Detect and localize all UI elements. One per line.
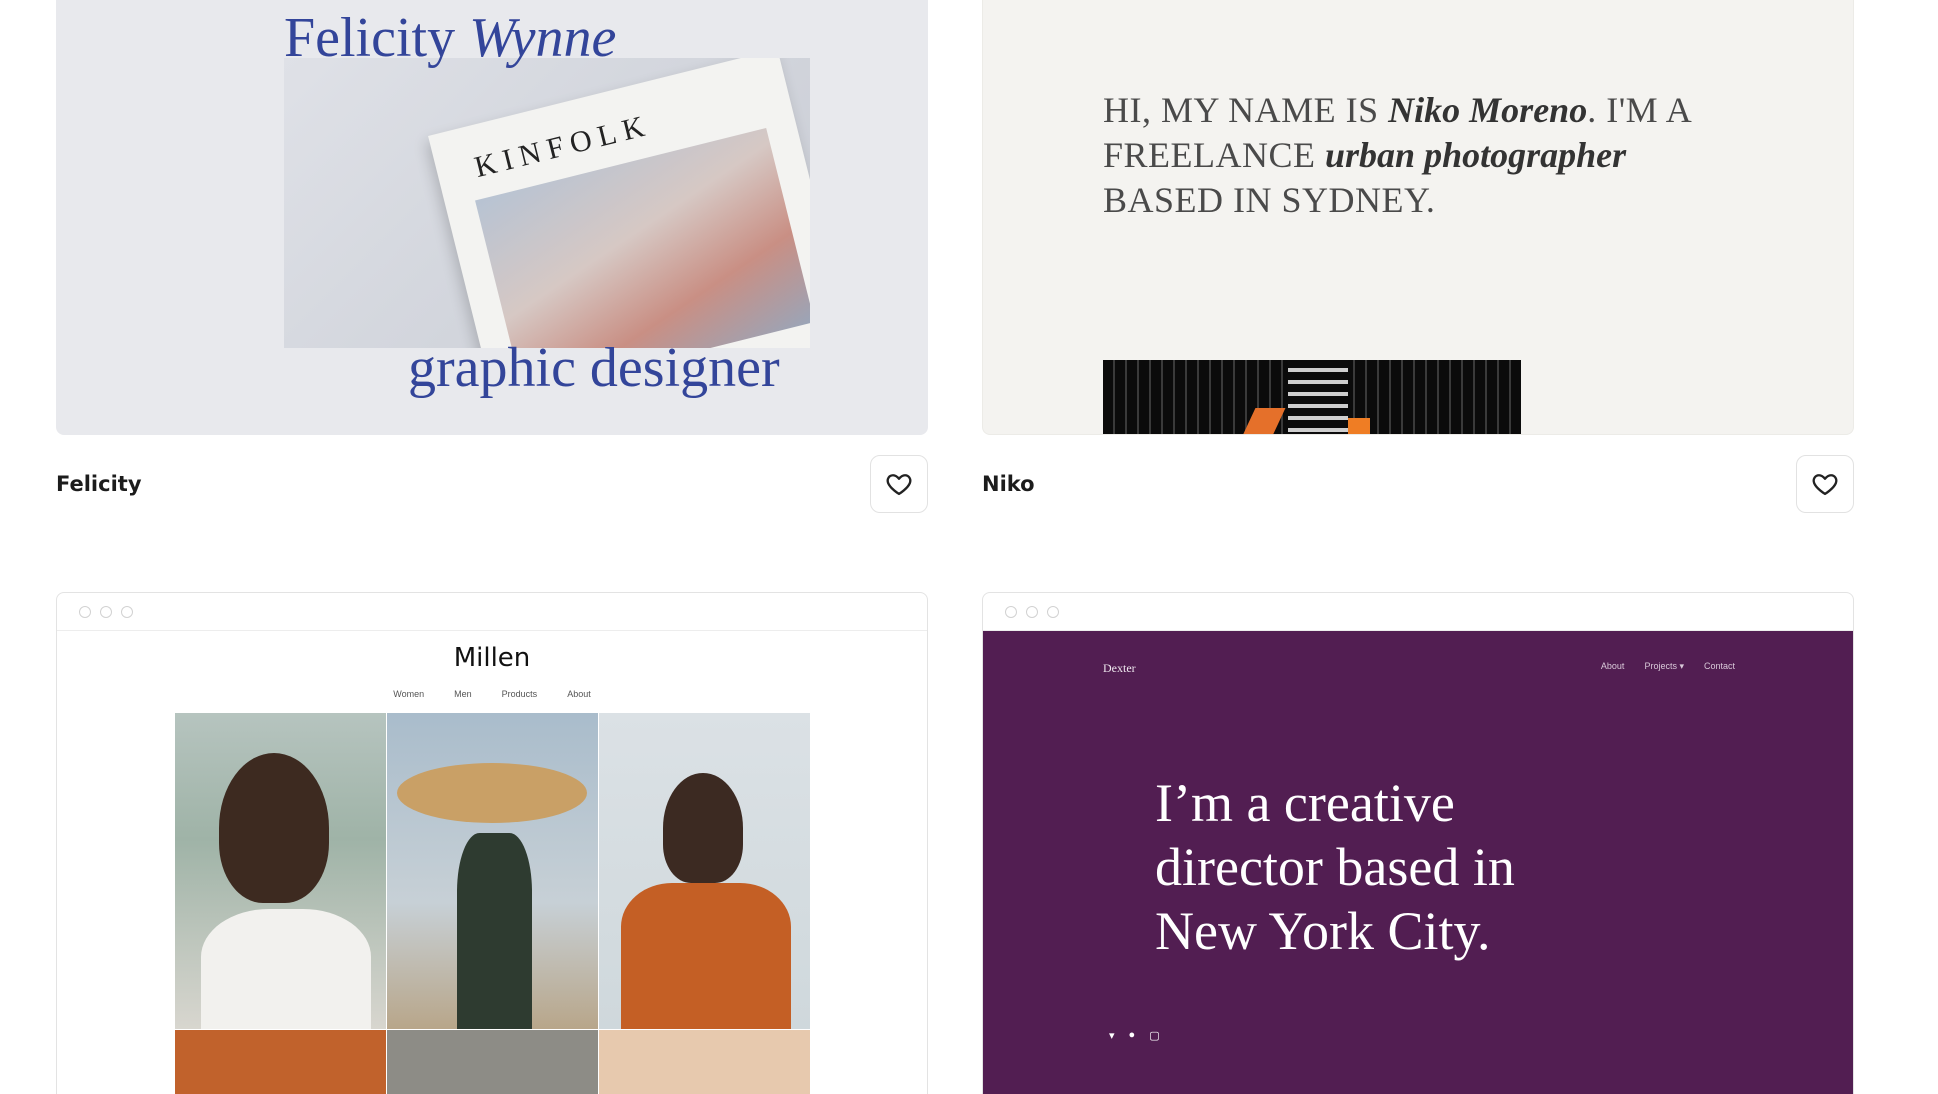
instagram-icon: ▢ — [1149, 1030, 1160, 1042]
browser-chrome — [983, 593, 1853, 631]
felicity-title: Felicity Wynne — [284, 7, 617, 69]
hero-line: New York City. — [1155, 901, 1491, 961]
photo-tile — [175, 1030, 386, 1094]
template-gallery: Felicity Wynne KINFOLK graphic designer … — [0, 0, 1938, 1094]
light-flare — [1240, 408, 1286, 434]
nav-item: About — [1600, 661, 1625, 671]
window-dot-icon — [1026, 606, 1038, 618]
browser-chrome — [57, 593, 927, 631]
photo-tile — [387, 1030, 598, 1094]
facebook-icon: ● — [1128, 1029, 1136, 1041]
nav-item: Products — [501, 689, 538, 699]
window-dot-icon — [1047, 606, 1059, 618]
social-links: ▾ ● ▢ — [1109, 1029, 1160, 1042]
dexter-logo: Dexter — [1103, 661, 1136, 675]
dexter-nav: About Projects ▾ Contact — [1601, 661, 1735, 672]
millen-nav: Women Men Products About — [57, 689, 927, 699]
millen-site-title: Millen — [453, 643, 531, 673]
light-flare — [1348, 418, 1370, 434]
felicity-subtitle: graphic designer — [408, 337, 780, 399]
magazine-photo: KINFOLK — [284, 58, 810, 348]
template-card-felicity[interactable]: Felicity Wynne KINFOLK graphic designer … — [0, 0, 940, 520]
dexter-hero-text: I’m a creative director based in New Yor… — [1155, 771, 1675, 963]
nav-item: Contact — [1703, 661, 1735, 671]
heart-icon — [1812, 474, 1838, 496]
magazine: KINFOLK — [428, 58, 810, 348]
window-dot-icon — [100, 606, 112, 618]
template-thumbnail[interactable]: Felicity Wynne KINFOLK graphic designer — [56, 0, 928, 435]
nav-item: Men — [454, 689, 472, 699]
nav-item: Women — [393, 689, 425, 699]
photo-tile — [175, 713, 386, 1029]
city-photo — [1103, 360, 1521, 434]
photo-tile — [387, 713, 598, 1029]
heart-icon — [886, 474, 912, 496]
dexter-preview: Dexter About Projects ▾ Contact I’m a cr… — [983, 631, 1853, 1094]
template-card-dexter[interactable]: Dexter About Projects ▾ Contact I’m a cr… — [982, 592, 1854, 1094]
window-dot-icon — [121, 606, 133, 618]
niko-intro-text: HI, MY NAME IS Niko Moreno. I'M A FREELA… — [1103, 90, 1693, 220]
photo-tile — [599, 713, 810, 1029]
template-name[interactable]: Niko — [982, 472, 1035, 496]
hero-line: director based in — [1155, 837, 1515, 897]
template-card-millen[interactable]: Millen Women Men Products About — [56, 592, 928, 1094]
hero-line: I’m a creative — [1155, 773, 1455, 833]
nav-item: About — [567, 689, 591, 699]
twitter-icon: ▾ — [1109, 1030, 1115, 1042]
window-dot-icon — [79, 606, 91, 618]
favorite-button[interactable] — [870, 455, 928, 513]
favorite-button[interactable] — [1796, 455, 1854, 513]
window-dot-icon — [1005, 606, 1017, 618]
template-card-niko[interactable]: HI, MY NAME IS Niko Moreno. I'M A FREELA… — [940, 0, 1880, 520]
template-thumbnail[interactable]: HI, MY NAME IS Niko Moreno. I'M A FREELA… — [982, 0, 1854, 435]
template-name[interactable]: Felicity — [56, 472, 142, 496]
nav-item: Projects ▾ — [1644, 661, 1684, 671]
building-facade — [1288, 360, 1348, 434]
photo-tile — [599, 1030, 810, 1094]
